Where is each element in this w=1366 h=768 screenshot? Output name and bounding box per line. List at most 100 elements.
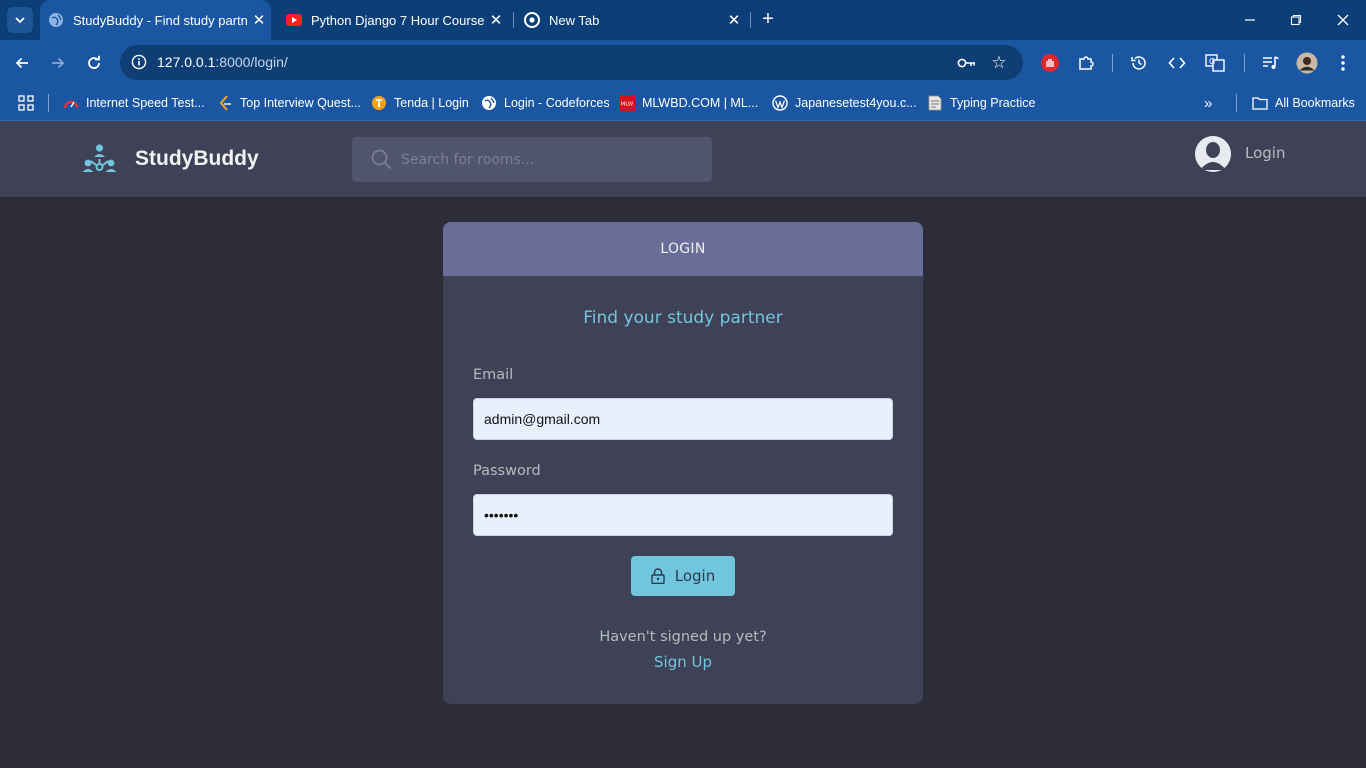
bookmarks-separator bbox=[1236, 94, 1237, 112]
apps-grid-button[interactable] bbox=[18, 93, 34, 113]
media-control-icon[interactable] bbox=[1259, 51, 1283, 75]
signup-prompt: Haven't signed up yet? bbox=[599, 629, 767, 645]
back-button[interactable] bbox=[9, 50, 35, 76]
more-menu-icon[interactable] bbox=[1331, 51, 1355, 75]
logo-text: StudyBuddy bbox=[135, 147, 259, 170]
mlwbd-icon: MLW bbox=[619, 95, 635, 111]
arrow-right-icon bbox=[52, 57, 65, 69]
bookmark-mlwbd[interactable]: MLW MLWBD.COM | ML... bbox=[619, 93, 758, 113]
site-logo[interactable]: StudyBuddy bbox=[82, 143, 259, 175]
chrome-icon bbox=[524, 12, 540, 28]
tab-title: StudyBuddy - Find study partne bbox=[73, 12, 247, 28]
login-submit-button[interactable]: Login bbox=[631, 556, 735, 596]
chevron-double-right-icon: » bbox=[1204, 94, 1213, 112]
reload-icon bbox=[88, 55, 100, 69]
bookmark-tenda-login[interactable]: Tenda | Login bbox=[371, 93, 469, 113]
all-bookmarks-button[interactable]: All Bookmarks bbox=[1252, 93, 1355, 113]
tab-studybuddy[interactable]: StudyBuddy - Find study partne ✕ bbox=[40, 0, 271, 40]
tab-title: New Tab bbox=[549, 12, 600, 28]
user-silhouette-icon bbox=[1195, 136, 1231, 172]
login-card-subtitle: Find your study partner bbox=[583, 308, 783, 328]
info-icon[interactable] bbox=[128, 51, 150, 73]
adblock-extension-icon[interactable] bbox=[1038, 51, 1062, 75]
bookmark-label: Typing Practice bbox=[950, 96, 1036, 110]
password-field[interactable] bbox=[473, 494, 893, 536]
bookmarks-bar: Internet Speed Test... Top Interview Que… bbox=[0, 85, 1366, 121]
signup-link[interactable]: Sign Up bbox=[443, 653, 923, 671]
close-icon bbox=[1337, 14, 1349, 26]
plus-icon: + bbox=[762, 8, 774, 30]
search-input[interactable] bbox=[401, 137, 701, 182]
speedometer-icon bbox=[63, 95, 79, 111]
tenda-icon bbox=[371, 95, 387, 111]
youtube-icon bbox=[286, 12, 302, 28]
bookmark-codeforces-login[interactable]: Login - Codeforces bbox=[481, 93, 610, 113]
search-icon bbox=[371, 149, 392, 170]
globe-icon bbox=[48, 12, 64, 28]
browser-toolbar: 127.0.0.1:8000/login/ ☆ G bbox=[0, 40, 1366, 85]
bookmark-label: Top Interview Quest... bbox=[240, 96, 361, 110]
minimize-button[interactable] bbox=[1227, 0, 1273, 40]
email-field[interactable] bbox=[473, 398, 893, 440]
url-text[interactable]: 127.0.0.1:8000/login/ bbox=[157, 54, 288, 70]
bookmark-label: Internet Speed Test... bbox=[86, 96, 205, 110]
close-window-button[interactable] bbox=[1320, 0, 1366, 40]
chevron-down-icon bbox=[15, 17, 25, 24]
close-icon[interactable]: ✕ bbox=[722, 11, 746, 29]
apps-grid-icon bbox=[18, 95, 34, 111]
bookmark-internet-speed-test[interactable]: Internet Speed Test... bbox=[63, 93, 205, 113]
address-bar[interactable]: 127.0.0.1:8000/login/ ☆ bbox=[120, 45, 1023, 80]
studybuddy-logo-icon bbox=[82, 144, 117, 172]
header-login-label: Login bbox=[1245, 144, 1286, 162]
email-label: Email bbox=[473, 367, 514, 383]
lock-icon bbox=[651, 568, 665, 584]
star-icon[interactable]: ☆ bbox=[988, 52, 1010, 74]
header-login-link[interactable]: Login bbox=[1195, 136, 1285, 172]
svg-text:MLW: MLW bbox=[621, 102, 634, 108]
close-icon[interactable]: ✕ bbox=[247, 11, 271, 29]
globe-icon bbox=[481, 95, 497, 111]
forward-button[interactable] bbox=[45, 50, 71, 76]
bookmark-japanesetest4you[interactable]: Japanesetest4you.c... bbox=[772, 93, 917, 113]
bookmark-typing-practice[interactable]: Typing Practice bbox=[927, 93, 1035, 113]
translate-icon[interactable]: G bbox=[1203, 51, 1227, 75]
tab-python-django[interactable]: Python Django 7 Hour Course - ✕ bbox=[278, 0, 508, 40]
toolbar-separator bbox=[1112, 54, 1113, 72]
arrow-left-icon bbox=[15, 57, 28, 69]
avatar bbox=[1195, 136, 1231, 172]
tab-title: Python Django 7 Hour Course - bbox=[311, 12, 484, 28]
tab-search-button[interactable] bbox=[7, 7, 33, 33]
browser-tab-strip: StudyBuddy - Find study partne ✕ Python … bbox=[0, 0, 1366, 40]
restore-button[interactable] bbox=[1273, 0, 1319, 40]
room-search bbox=[352, 137, 712, 182]
toolbar-separator bbox=[1244, 54, 1245, 72]
profile-avatar-icon[interactable] bbox=[1295, 51, 1319, 75]
login-card-title: LOGIN bbox=[660, 241, 706, 257]
minimize-icon bbox=[1245, 19, 1255, 21]
login-button-label: Login bbox=[674, 567, 716, 585]
bookmark-label: Japanesetest4you.c... bbox=[795, 96, 917, 110]
password-key-icon[interactable] bbox=[956, 52, 978, 74]
close-icon[interactable]: ✕ bbox=[484, 11, 508, 29]
tab-new-tab[interactable]: New Tab ✕ bbox=[516, 0, 746, 40]
password-label: Password bbox=[473, 463, 541, 479]
url-path: :8000/login/ bbox=[215, 54, 288, 70]
bookmarks-overflow-button[interactable]: » bbox=[1204, 93, 1212, 113]
url-host: 127.0.0.1 bbox=[157, 54, 216, 70]
tab-separator bbox=[750, 12, 751, 28]
document-icon bbox=[927, 95, 943, 111]
login-card: LOGIN Find your study partner Email Pass… bbox=[443, 222, 923, 704]
bookmark-top-interview-questions[interactable]: Top Interview Quest... bbox=[217, 93, 361, 113]
extensions-puzzle-icon[interactable] bbox=[1074, 51, 1098, 75]
bookmark-label: Login - Codeforces bbox=[504, 96, 610, 110]
code-icon[interactable] bbox=[1165, 51, 1189, 75]
new-tab-button[interactable]: + bbox=[756, 8, 780, 32]
restore-icon bbox=[1290, 14, 1302, 26]
bookmark-label: Tenda | Login bbox=[394, 96, 469, 110]
svg-text:G: G bbox=[1209, 57, 1215, 66]
bookmarks-separator bbox=[48, 94, 49, 112]
reload-button[interactable] bbox=[81, 50, 107, 76]
history-icon[interactable] bbox=[1127, 51, 1151, 75]
bookmark-label: MLWBD.COM | ML... bbox=[642, 96, 759, 110]
login-card-header: LOGIN bbox=[443, 222, 923, 276]
